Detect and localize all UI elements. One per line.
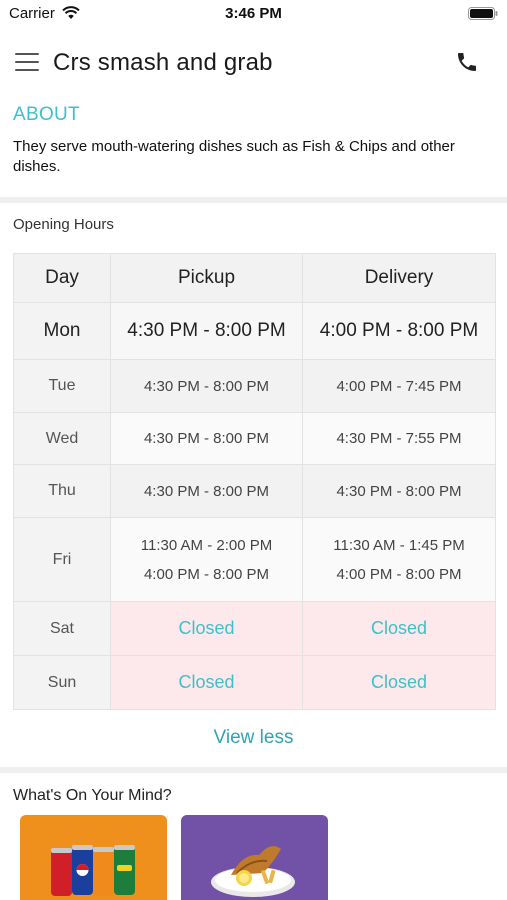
delivery-cell: 4:00 PM - 7:45 PM	[302, 359, 496, 413]
table-row: Sun Closed Closed	[13, 655, 496, 710]
phone-icon[interactable]	[455, 50, 479, 74]
pickup-cell: 4:30 PM - 8:00 PM	[110, 412, 303, 465]
day-cell: Thu	[13, 464, 111, 518]
page-title: Crs smash and grab	[53, 49, 273, 76]
time-slot: 11:30 AM - 1:45 PM	[333, 536, 465, 554]
time-slot: 4:30 PM - 8:00 PM	[143, 482, 270, 500]
day-cell: Tue	[13, 359, 111, 413]
time-slot: 11:30 AM - 2:00 PM	[140, 536, 273, 554]
table-header-row: Day Pickup Delivery	[13, 253, 496, 303]
table-row: Sat Closed Closed	[13, 601, 496, 656]
opening-hours-table: Day Pickup Delivery Mon 4:30 PM - 8:00 P…	[13, 253, 496, 710]
about-text: They serve mouth-watering dishes such as…	[13, 138, 455, 175]
menu-icon[interactable]	[15, 53, 39, 73]
column-header-pickup: Pickup	[110, 253, 303, 303]
column-header-day: Day	[13, 253, 111, 303]
about-section: ABOUT They serve mouth-watering dishes s…	[0, 100, 507, 197]
table-row: Fri 11:30 AM - 2:00 PM 4:00 PM - 8:00 PM…	[13, 517, 496, 602]
column-header-delivery: Delivery	[302, 253, 496, 303]
view-less-link[interactable]: View less	[0, 727, 507, 749]
day-cell: Fri	[13, 517, 111, 602]
pickup-cell: 4:30 PM - 8:00 PM	[110, 302, 303, 360]
fish-and-chips-image	[211, 846, 295, 897]
battery-icon	[468, 7, 498, 20]
clock: 3:46 PM	[225, 5, 282, 22]
pickup-cell: 11:30 AM - 2:00 PM 4:00 PM - 8:00 PM	[110, 517, 303, 602]
closed-cell: Closed	[110, 601, 303, 656]
opening-hours-label: Opening Hours	[13, 216, 114, 233]
nav-bar: Crs smash and grab	[0, 28, 507, 100]
pickup-cell: 4:30 PM - 8:00 PM	[110, 359, 303, 413]
time-slot: 4:00 PM - 8:00 PM	[336, 565, 462, 583]
soda-cans-image	[51, 845, 135, 896]
drinks-category-card[interactable]	[20, 815, 167, 900]
time-slot: 4:00 PM - 8:00 PM	[143, 565, 270, 583]
time-slot: 4:30 PM - 8:00 PM	[127, 320, 286, 341]
status-bar: Carrier 3:46 PM	[0, 0, 507, 28]
time-slot: 4:00 PM - 8:00 PM	[319, 320, 479, 341]
time-slot: 4:30 PM - 8:00 PM	[143, 377, 270, 395]
time-slot: 4:00 PM - 7:45 PM	[336, 377, 462, 395]
day-cell: Sat	[13, 601, 111, 656]
delivery-cell: 4:30 PM - 8:00 PM	[302, 464, 496, 518]
closed-cell: Closed	[110, 655, 303, 710]
day-cell: Wed	[13, 412, 111, 465]
table-row: Wed 4:30 PM - 8:00 PM 4:30 PM - 7:55 PM	[13, 412, 496, 465]
closed-cell: Closed	[302, 655, 496, 710]
about-heading: ABOUT	[13, 104, 80, 125]
day-cell: Sun	[13, 655, 111, 710]
closed-cell: Closed	[302, 601, 496, 656]
time-slot: 4:30 PM - 8:00 PM	[336, 482, 462, 500]
day-cell: Mon	[13, 302, 111, 360]
delivery-cell: 4:30 PM - 7:55 PM	[302, 412, 496, 465]
delivery-cell: 4:00 PM - 8:00 PM	[302, 302, 496, 360]
time-slot: 4:30 PM - 8:00 PM	[143, 430, 270, 447]
pickup-cell: 4:30 PM - 8:00 PM	[110, 464, 303, 518]
whats-on-your-mind-label: What's On Your Mind?	[13, 787, 172, 804]
table-row: Thu 4:30 PM - 8:00 PM 4:30 PM - 8:00 PM	[13, 464, 496, 518]
table-row: Mon 4:30 PM - 8:00 PM 4:00 PM - 8:00 PM	[13, 302, 496, 360]
section-divider	[0, 767, 507, 773]
time-slot: 4:30 PM - 7:55 PM	[336, 430, 462, 447]
fish-and-chips-category-card[interactable]	[181, 815, 328, 900]
table-row: Tue 4:30 PM - 8:00 PM 4:00 PM - 7:45 PM	[13, 359, 496, 413]
section-divider	[0, 197, 507, 203]
delivery-cell: 11:30 AM - 1:45 PM 4:00 PM - 8:00 PM	[302, 517, 496, 602]
